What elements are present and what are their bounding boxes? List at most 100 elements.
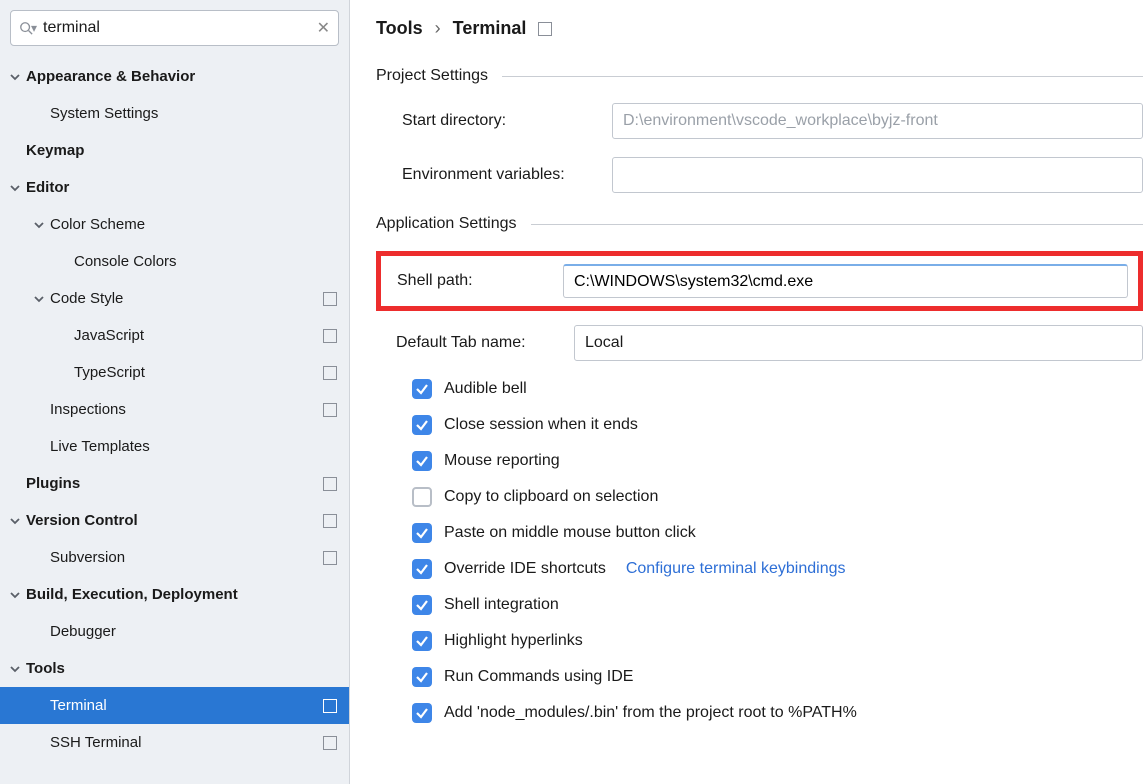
checkbox-label[interactable]: Shell integration xyxy=(444,596,559,614)
tree-item-terminal[interactable]: Terminal xyxy=(0,687,349,724)
check-row-audible-bell: Audible bell xyxy=(376,379,1143,399)
tree-item-plugins[interactable]: Plugins xyxy=(0,465,349,502)
tree-item-label: Editor xyxy=(26,179,337,196)
checkbox[interactable] xyxy=(412,595,432,615)
chevron-down-icon[interactable] xyxy=(8,662,22,676)
tree-item-label: Tools xyxy=(26,660,337,677)
checkbox[interactable] xyxy=(412,451,432,471)
divider xyxy=(502,76,1143,77)
checkbox-label[interactable]: Add 'node_modules/.bin' from the project… xyxy=(444,704,857,722)
section-project-settings: Project Settings xyxy=(376,67,1143,85)
check-row-override-ide-shortcuts: Override IDE shortcuts Configure terminal… xyxy=(376,559,1143,579)
settings-tree: Appearance & Behavior System Settings Keym… xyxy=(0,58,349,784)
breadcrumb-root[interactable]: Tools xyxy=(376,18,423,39)
chevron-down-icon[interactable] xyxy=(8,514,22,528)
check-row-paste-on-middle-mouse-button-c: Paste on middle mouse button click xyxy=(376,523,1143,543)
project-scope-icon xyxy=(323,329,337,343)
row-default-tab-name: Default Tab name: xyxy=(376,325,1143,361)
chevron-down-icon[interactable] xyxy=(32,292,46,306)
tree-item-inspections[interactable]: Inspections xyxy=(0,391,349,428)
tree-item-console-colors[interactable]: Console Colors xyxy=(0,243,349,280)
chevron-down-icon[interactable] xyxy=(32,218,46,232)
project-scope-icon xyxy=(323,699,337,713)
tree-item-typescript[interactable]: TypeScript xyxy=(0,354,349,391)
tree-item-label: Plugins xyxy=(26,475,323,492)
tree-item-label: Subversion xyxy=(50,549,323,566)
settings-main: Tools › Terminal Project Settings Start … xyxy=(350,0,1143,784)
checkbox[interactable] xyxy=(412,703,432,723)
shell-path-label: Shell path: xyxy=(387,272,563,290)
default-tab-label: Default Tab name: xyxy=(396,334,574,352)
tree-item-version-control[interactable]: Version Control xyxy=(0,502,349,539)
configure-keybindings-link[interactable]: Configure terminal keybindings xyxy=(626,560,846,578)
section-label: Project Settings xyxy=(376,67,488,85)
checkbox[interactable] xyxy=(412,667,432,687)
checkbox[interactable] xyxy=(412,523,432,543)
chevron-down-icon[interactable] xyxy=(8,181,22,195)
tree-item-color-scheme[interactable]: Color Scheme xyxy=(0,206,349,243)
tree-item-tools[interactable]: Tools xyxy=(0,650,349,687)
section-label: Application Settings xyxy=(376,215,517,233)
search-input[interactable] xyxy=(37,19,317,37)
tree-item-label: SSH Terminal xyxy=(50,734,323,751)
chevron-down-icon[interactable] xyxy=(8,588,22,602)
tree-item-label: Live Templates xyxy=(50,438,337,455)
breadcrumb-separator: › xyxy=(435,18,441,39)
tree-item-code-style[interactable]: Code Style xyxy=(0,280,349,317)
check-row-add-node-modules-bin-from-the-: Add 'node_modules/.bin' from the project… xyxy=(376,703,1143,723)
tree-item-subversion[interactable]: Subversion xyxy=(0,539,349,576)
checkbox[interactable] xyxy=(412,487,432,507)
section-app-settings: Application Settings xyxy=(376,215,1143,233)
env-vars-input[interactable] xyxy=(612,157,1143,193)
tree-item-label: Keymap xyxy=(26,142,337,159)
tree-item-label: Inspections xyxy=(50,401,323,418)
env-vars-label: Environment variables: xyxy=(402,166,612,184)
tree-item-live-templates[interactable]: Live Templates xyxy=(0,428,349,465)
checkbox[interactable] xyxy=(412,559,432,579)
checkbox-label[interactable]: Mouse reporting xyxy=(444,452,560,470)
tree-item-label: Color Scheme xyxy=(50,216,337,233)
check-row-highlight-hyperlinks: Highlight hyperlinks xyxy=(376,631,1143,651)
chevron-down-icon[interactable] xyxy=(8,70,22,84)
tree-item-label: System Settings xyxy=(50,105,337,122)
check-row-copy-to-clipboard-on-selection: Copy to clipboard on selection xyxy=(376,487,1143,507)
project-scope-icon xyxy=(323,477,337,491)
checkbox[interactable] xyxy=(412,415,432,435)
checkbox-label[interactable]: Audible bell xyxy=(444,380,527,398)
checkbox[interactable] xyxy=(412,379,432,399)
search-box[interactable]: ▾ ✕ xyxy=(10,10,339,46)
default-tab-input[interactable] xyxy=(574,325,1143,361)
shell-path-input[interactable] xyxy=(563,264,1128,298)
shell-path-highlight: Shell path: xyxy=(376,251,1143,311)
tree-item-build-execution-deployment[interactable]: Build, Execution, Deployment xyxy=(0,576,349,613)
checkbox-label[interactable]: Override IDE shortcuts xyxy=(444,560,606,578)
divider xyxy=(531,224,1143,225)
checkbox-list: Audible bell Close session when it ends Mo… xyxy=(376,379,1143,723)
checkbox-label[interactable]: Run Commands using IDE xyxy=(444,668,633,686)
checkbox[interactable] xyxy=(412,631,432,651)
tree-item-system-settings[interactable]: System Settings xyxy=(0,95,349,132)
tree-item-label: Appearance & Behavior xyxy=(26,68,337,85)
tree-item-label: TypeScript xyxy=(74,364,323,381)
checkbox-label[interactable]: Close session when it ends xyxy=(444,416,638,434)
tree-item-javascript[interactable]: JavaScript xyxy=(0,317,349,354)
tree-item-ssh-terminal[interactable]: SSH Terminal xyxy=(0,724,349,761)
checkbox-label[interactable]: Paste on middle mouse button click xyxy=(444,524,696,542)
tree-item-keymap[interactable]: Keymap xyxy=(0,132,349,169)
check-row-shell-integration: Shell integration xyxy=(376,595,1143,615)
tree-item-appearance-behavior[interactable]: Appearance & Behavior xyxy=(0,58,349,95)
project-scope-icon xyxy=(538,22,552,36)
start-directory-label: Start directory: xyxy=(402,112,612,130)
checkbox-label[interactable]: Highlight hyperlinks xyxy=(444,632,583,650)
settings-sidebar: ▾ ✕ Appearance & Behavior System Settings… xyxy=(0,0,350,784)
check-row-mouse-reporting: Mouse reporting xyxy=(376,451,1143,471)
clear-search-icon[interactable]: ✕ xyxy=(317,18,330,38)
project-scope-icon xyxy=(323,403,337,417)
tree-item-label: JavaScript xyxy=(74,327,323,344)
check-row-run-commands-using-ide: Run Commands using IDE xyxy=(376,667,1143,687)
tree-item-editor[interactable]: Editor xyxy=(0,169,349,206)
tree-item-debugger[interactable]: Debugger xyxy=(0,613,349,650)
checkbox-label[interactable]: Copy to clipboard on selection xyxy=(444,488,658,506)
breadcrumb-leaf: Terminal xyxy=(453,18,527,39)
start-directory-input[interactable] xyxy=(612,103,1143,139)
